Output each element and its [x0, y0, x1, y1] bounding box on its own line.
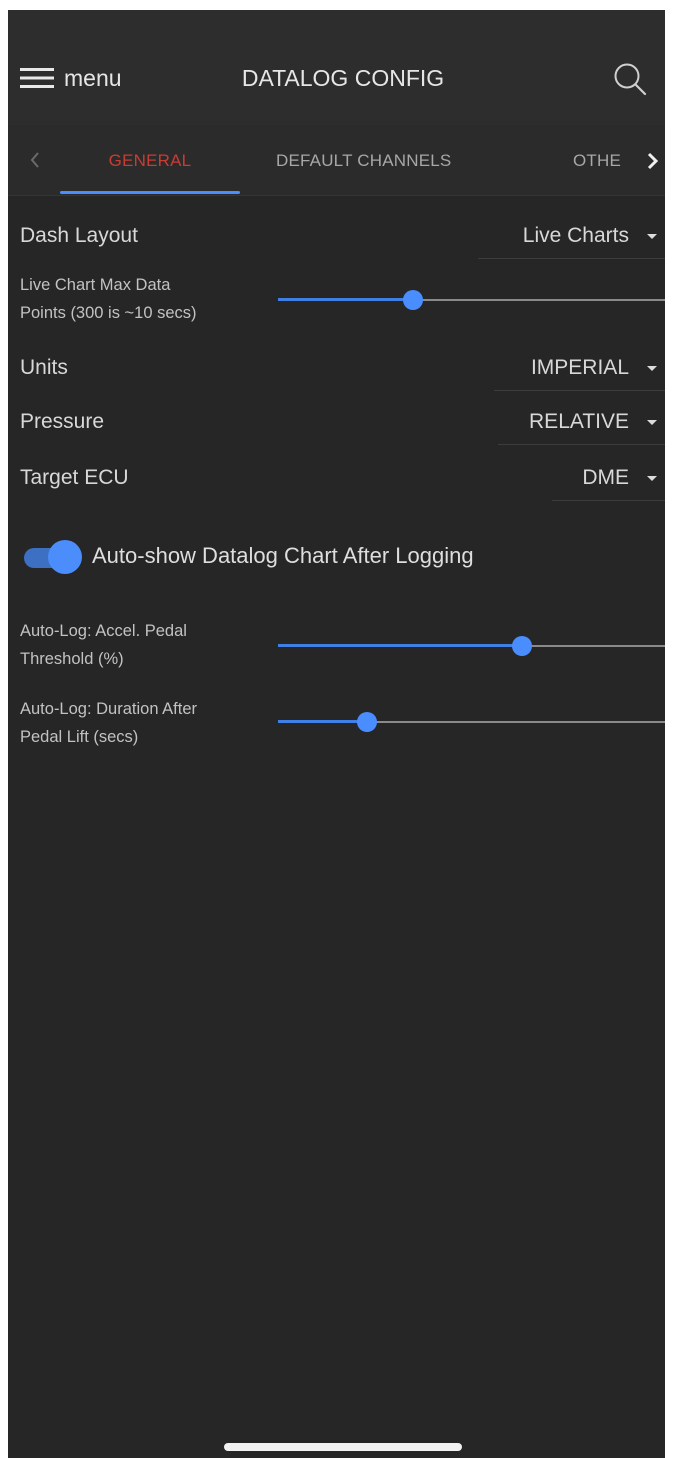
slider-thumb[interactable] — [511, 636, 532, 656]
target-ecu-select[interactable]: DME — [552, 456, 665, 501]
top-bar: menu DATALOG CONFIG — [8, 10, 665, 125]
target-ecu-label: Target ECU — [20, 466, 129, 489]
slider-thumb[interactable] — [357, 712, 377, 732]
units-row: Units IMPERIAL — [20, 346, 665, 392]
tab-scroll-next-button[interactable] — [644, 147, 662, 175]
pressure-row: Pressure RELATIVE — [20, 400, 665, 446]
slider-thumb[interactable] — [403, 290, 424, 310]
accel-pedal-slider[interactable] — [278, 636, 665, 656]
pressure-select[interactable]: RELATIVE — [498, 400, 665, 445]
tab-other[interactable]: OTHE — [573, 125, 633, 195]
caret-down-icon — [647, 234, 657, 239]
active-tab-indicator — [60, 191, 240, 194]
accel-pedal-label-line1: Auto-Log: Accel. Pedal — [20, 622, 187, 640]
live-chart-max-label-line2: Points (300 is ~10 secs) — [20, 304, 197, 322]
tab-general[interactable]: GENERAL — [60, 125, 240, 195]
pressure-label: Pressure — [20, 410, 105, 433]
caret-down-icon — [647, 476, 657, 481]
units-label: Units — [20, 356, 68, 379]
dash-layout-row: Dash Layout Live Charts — [20, 214, 665, 260]
menu-label: menu — [64, 64, 122, 91]
toggle-knob — [48, 540, 82, 574]
hamburger-icon — [20, 67, 54, 89]
auto-show-label: Auto-show Datalog Chart After Logging — [92, 543, 474, 568]
duration-label-line1: Auto-Log: Duration After — [20, 700, 198, 718]
chevron-right-icon — [644, 152, 662, 179]
units-value: IMPERIAL — [530, 356, 629, 379]
auto-show-toggle[interactable] — [22, 540, 84, 574]
target-ecu-row: Target ECU DME — [20, 454, 665, 502]
search-icon — [612, 63, 648, 101]
caret-down-icon — [647, 420, 657, 425]
accel-pedal-label-line2: Threshold (%) — [20, 650, 124, 668]
dash-layout-value: Live Charts — [522, 224, 629, 247]
dash-layout-select[interactable]: Live Charts — [478, 214, 665, 259]
menu-button[interactable]: menu — [20, 62, 122, 94]
caret-down-icon — [647, 366, 657, 371]
home-indicator — [224, 1443, 462, 1451]
live-chart-max-label-line1: Live Chart Max Data — [20, 276, 171, 294]
chevron-left-icon — [26, 152, 46, 179]
slider-fill — [278, 720, 367, 723]
target-ecu-value: DME — [582, 466, 629, 489]
page-title: DATALOG CONFIG — [241, 65, 445, 91]
tab-scroll-prev-button[interactable] — [26, 145, 46, 175]
tab-default-channels[interactable]: DEFAULT CHANNELS — [276, 125, 451, 195]
search-button[interactable] — [612, 61, 648, 97]
slider-fill — [278, 298, 414, 301]
duration-label-line2: Pedal Lift (secs) — [20, 728, 139, 746]
app-screen: menu DATALOG CONFIG GENERAL DEFAULT CHAN… — [8, 10, 665, 1458]
duration-slider[interactable] — [278, 712, 665, 732]
tab-bar: GENERAL DEFAULT CHANNELS OTHE — [8, 125, 665, 196]
pressure-value: RELATIVE — [529, 410, 629, 433]
units-select[interactable]: IMPERIAL — [494, 346, 665, 391]
duration-row: Auto-Log: Duration After Pedal Lift (sec… — [20, 696, 665, 760]
dash-layout-label: Dash Layout — [20, 224, 138, 247]
accel-pedal-row: Auto-Log: Accel. Pedal Threshold (%) — [20, 618, 665, 682]
live-chart-max-slider[interactable] — [278, 290, 665, 310]
slider-fill — [278, 644, 522, 647]
live-chart-max-row: Live Chart Max Data Points (300 is ~10 s… — [20, 272, 665, 336]
